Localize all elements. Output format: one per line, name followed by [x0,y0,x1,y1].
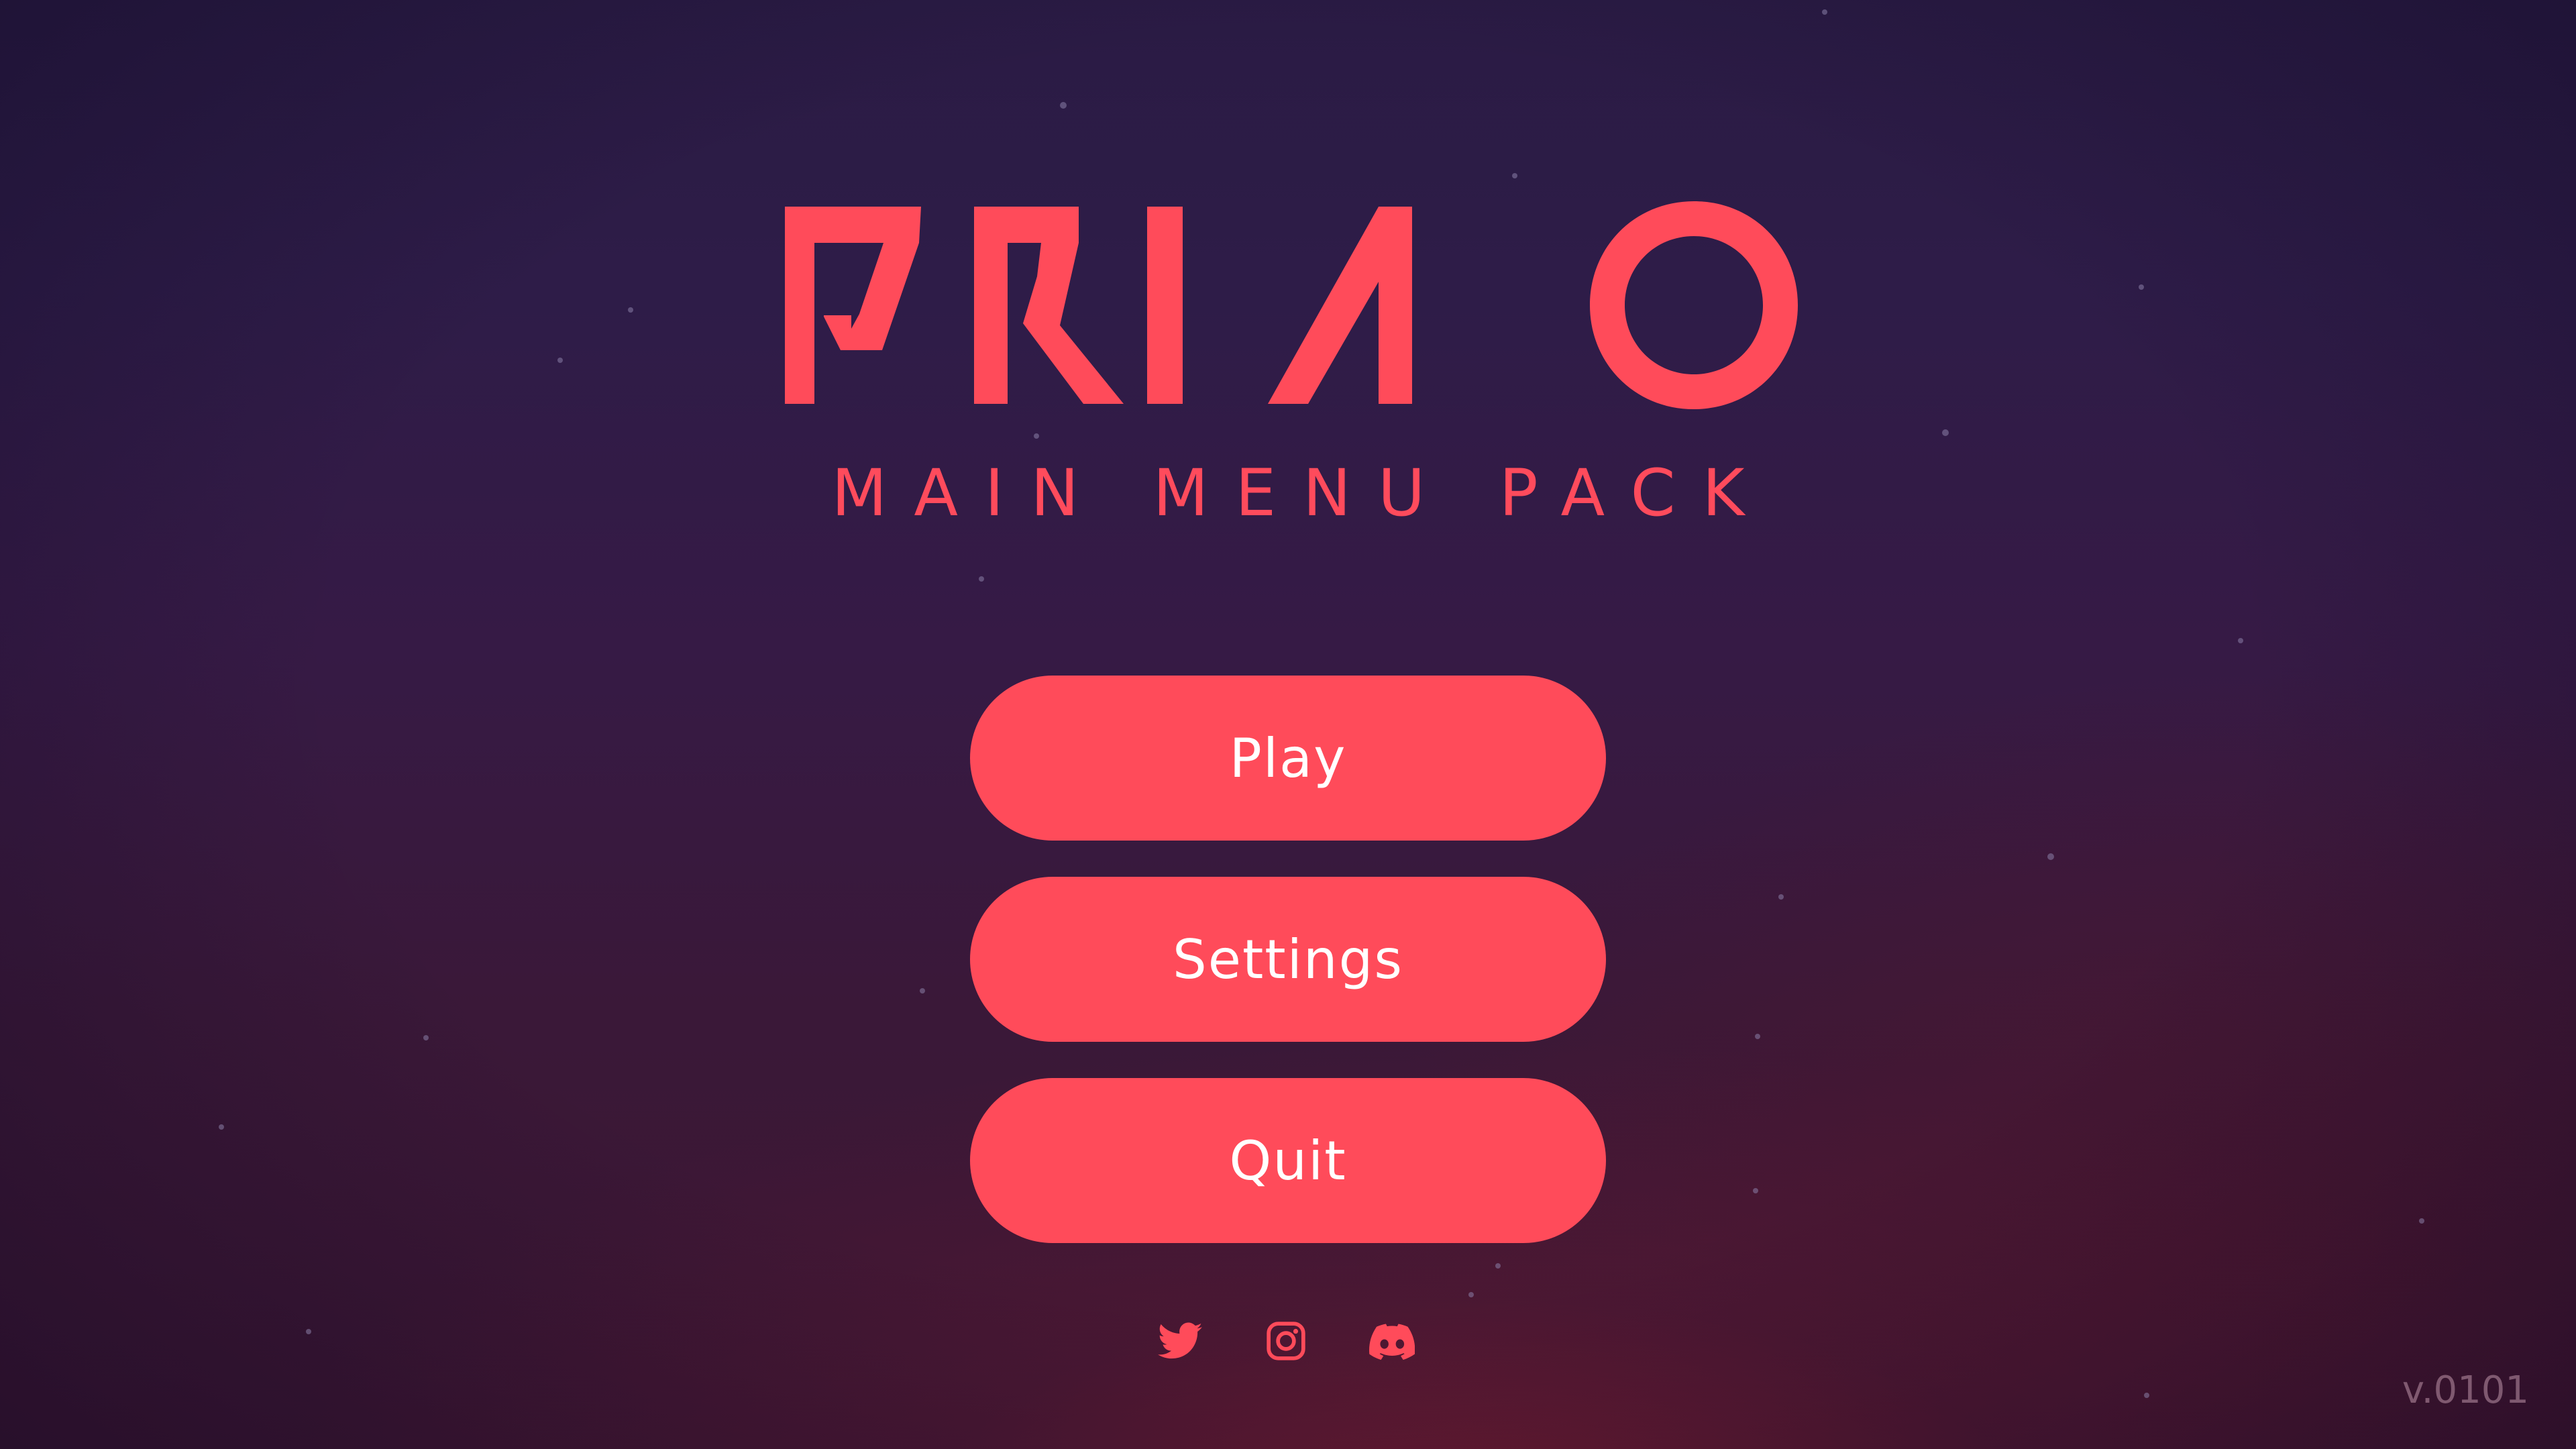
quit-button[interactable]: Quit [970,1078,1606,1243]
subtitle: MAIN MENU PACK [831,455,1772,531]
discord-icon[interactable] [1369,1318,1415,1364]
social-links [1157,1318,1415,1364]
main-menu: Play Settings Quit [970,676,1606,1279]
play-button[interactable]: Play [970,676,1606,841]
instagram-icon[interactable] [1263,1318,1309,1364]
twitter-icon[interactable] [1157,1318,1203,1364]
version-label: v.0101 [2402,1368,2529,1412]
primo-logo [785,201,1798,409]
settings-button[interactable]: Settings [970,877,1606,1042]
